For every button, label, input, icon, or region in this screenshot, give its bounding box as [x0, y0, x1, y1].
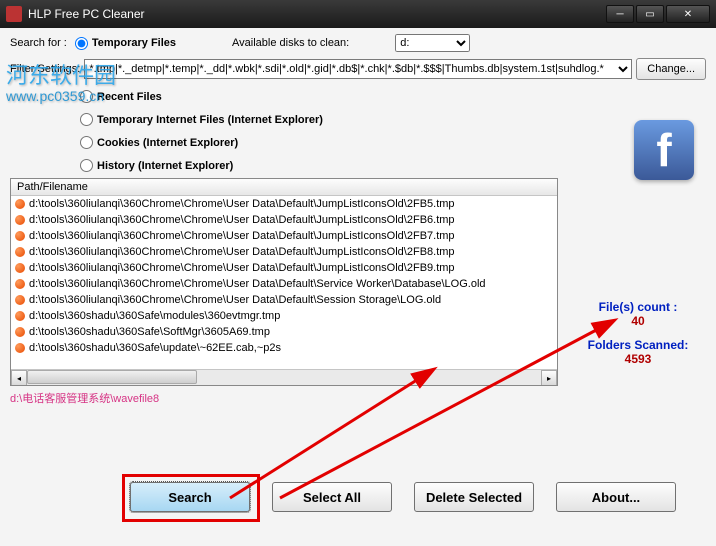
radio-temporary-files[interactable]: Temporary Files	[75, 37, 176, 50]
radio-temp-internet-files-input[interactable]	[80, 113, 93, 126]
file-path: d:\tools\360shadu\360Safe\modules\360evt…	[29, 310, 280, 322]
file-path: d:\tools\360liulanqi\360Chrome\Chrome\Us…	[29, 214, 455, 226]
available-disks-label: Available disks to clean:	[232, 37, 349, 49]
change-button[interactable]: Change...	[636, 58, 706, 80]
radio-temp-internet-files-label: Temporary Internet Files (Internet Explo…	[97, 114, 323, 126]
file-path: d:\tools\360liulanqi\360Chrome\Chrome\Us…	[29, 230, 455, 242]
file-path: d:\tools\360liulanqi\360Chrome\Chrome\Us…	[29, 278, 486, 290]
search-button[interactable]: Search	[130, 482, 250, 512]
file-status-icon	[15, 343, 25, 353]
disk-select[interactable]: d:	[395, 34, 470, 52]
file-status-icon	[15, 199, 25, 209]
radio-temporary-files-input[interactable]	[75, 37, 88, 50]
file-status-icon	[15, 231, 25, 241]
file-row[interactable]: d:\tools\360liulanqi\360Chrome\Chrome\Us…	[11, 260, 557, 276]
folders-scanned-value: 4593	[578, 352, 698, 366]
window-title: HLP Free PC Cleaner	[28, 7, 145, 21]
radio-temp-internet-files[interactable]: Temporary Internet Files (Internet Explo…	[80, 113, 706, 126]
delete-selected-button[interactable]: Delete Selected	[414, 482, 534, 512]
scroll-thumb[interactable]	[27, 370, 197, 384]
list-header[interactable]: Path/Filename	[11, 179, 557, 196]
file-row[interactable]: d:\tools\360liulanqi\360Chrome\Chrome\Us…	[11, 292, 557, 308]
scroll-right-button[interactable]: ▸	[541, 370, 557, 386]
file-status-icon	[15, 279, 25, 289]
scroll-track[interactable]	[27, 370, 541, 385]
file-status-icon	[15, 327, 25, 337]
file-list[interactable]: Path/Filename d:\tools\360liulanqi\360Ch…	[10, 178, 558, 386]
file-row[interactable]: d:\tools\360liulanqi\360Chrome\Chrome\Us…	[11, 276, 557, 292]
file-row[interactable]: d:\tools\360shadu\360Safe\SoftMgr\3605A6…	[11, 324, 557, 340]
radio-recent-files-label: Recent Files	[97, 91, 162, 103]
facebook-icon[interactable]: f	[634, 120, 694, 180]
files-count-label: File(s) count :	[578, 300, 698, 314]
search-for-label: Search for :	[10, 37, 67, 49]
file-status-icon	[15, 215, 25, 225]
file-row[interactable]: d:\tools\360liulanqi\360Chrome\Chrome\Us…	[11, 228, 557, 244]
radio-cookies-input[interactable]	[80, 136, 93, 149]
status-path: d:\电话客服管理系统\wavefile8	[10, 390, 706, 406]
file-row[interactable]: d:\tools\360liulanqi\360Chrome\Chrome\Us…	[11, 212, 557, 228]
file-path: d:\tools\360liulanqi\360Chrome\Chrome\Us…	[29, 262, 455, 274]
file-row[interactable]: d:\tools\360shadu\360Safe\update\~62EE.c…	[11, 340, 557, 356]
maximize-button[interactable]: ▭	[636, 5, 664, 23]
scroll-left-button[interactable]: ◂	[11, 370, 27, 386]
about-button[interactable]: About...	[556, 482, 676, 512]
file-row[interactable]: d:\tools\360liulanqi\360Chrome\Chrome\Us…	[11, 196, 557, 212]
file-status-icon	[15, 263, 25, 273]
app-icon	[6, 6, 22, 22]
filter-combobox[interactable]: *.tmp|*._detmp|*.temp|*._dd|*.wbk|*.sdi|…	[84, 59, 632, 79]
file-row[interactable]: d:\tools\360shadu\360Safe\modules\360evt…	[11, 308, 557, 324]
select-all-button[interactable]: Select All	[272, 482, 392, 512]
minimize-button[interactable]: ─	[606, 5, 634, 23]
file-path: d:\tools\360liulanqi\360Chrome\Chrome\Us…	[29, 198, 455, 210]
file-status-icon	[15, 295, 25, 305]
radio-recent-files[interactable]: Recent Files	[80, 90, 706, 103]
file-status-icon	[15, 247, 25, 257]
file-path: d:\tools\360shadu\360Safe\SoftMgr\3605A6…	[29, 326, 270, 338]
file-status-icon	[15, 311, 25, 321]
radio-recent-files-input[interactable]	[80, 90, 93, 103]
radio-temporary-files-label: Temporary Files	[92, 37, 176, 49]
close-button[interactable]: ✕	[666, 5, 710, 23]
file-path: d:\tools\360liulanqi\360Chrome\Chrome\Us…	[29, 294, 441, 306]
file-row[interactable]: d:\tools\360liulanqi\360Chrome\Chrome\Us…	[11, 244, 557, 260]
folders-scanned-label: Folders Scanned:	[578, 338, 698, 352]
filter-settings-label: Filter Settings:	[10, 63, 80, 75]
radio-history-input[interactable]	[80, 159, 93, 172]
radio-cookies[interactable]: Cookies (Internet Explorer)	[80, 136, 706, 149]
horizontal-scrollbar[interactable]: ◂ ▸	[11, 369, 557, 385]
radio-cookies-label: Cookies (Internet Explorer)	[97, 137, 238, 149]
file-path: d:\tools\360shadu\360Safe\update\~62EE.c…	[29, 342, 281, 354]
radio-history-label: History (Internet Explorer)	[97, 160, 233, 172]
radio-history[interactable]: History (Internet Explorer)	[80, 159, 706, 172]
files-count-value: 40	[578, 314, 698, 328]
file-path: d:\tools\360liulanqi\360Chrome\Chrome\Us…	[29, 246, 455, 258]
